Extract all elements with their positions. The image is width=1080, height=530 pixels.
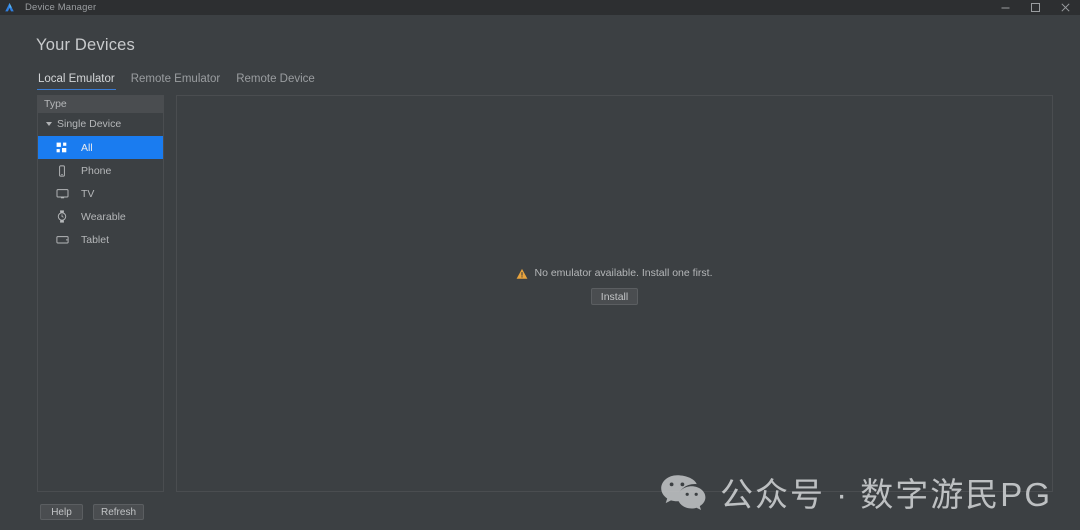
tv-icon: [55, 187, 69, 201]
group-single-device[interactable]: Single Device: [38, 113, 163, 134]
tab-bar: Local Emulator Remote Emulator Remote De…: [37, 73, 316, 90]
window-title: Device Manager: [25, 2, 97, 13]
install-button[interactable]: Install: [590, 288, 639, 305]
empty-state: No emulator available. Install one first…: [177, 267, 1052, 305]
sidebar-item-tablet[interactable]: Tablet: [38, 228, 163, 251]
maximize-icon: [1030, 3, 1040, 12]
empty-state-message-row: No emulator available. Install one first…: [516, 267, 713, 279]
caret-down-icon: [46, 121, 52, 126]
phone-icon: [55, 164, 69, 178]
sidebar-item-all-label: All: [81, 141, 93, 154]
grid-icon: [55, 141, 69, 155]
empty-state-message: No emulator available. Install one first…: [534, 267, 713, 279]
refresh-button[interactable]: Refresh: [93, 504, 145, 520]
help-button[interactable]: Help: [40, 504, 83, 520]
close-icon: [1060, 3, 1070, 12]
tab-local-emulator[interactable]: Local Emulator: [37, 73, 116, 90]
type-column-header-label: Type: [44, 98, 67, 110]
group-single-device-label: Single Device: [57, 117, 122, 130]
tablet-icon: [55, 233, 69, 247]
window-controls: [990, 0, 1080, 15]
sidebar-item-tablet-label: Tablet: [81, 233, 110, 246]
minimize-icon: [1001, 7, 1009, 9]
tab-remote-device[interactable]: Remote Device: [235, 73, 316, 90]
sidebar-item-tv-label: TV: [81, 187, 95, 200]
device-type-list: All Phone TV Wearable Tablet: [38, 136, 163, 251]
close-button[interactable]: [1050, 0, 1080, 15]
type-column-header: Type: [38, 96, 163, 113]
sidebar-item-phone-label: Phone: [81, 164, 112, 177]
android-studio-logo-icon: [3, 1, 16, 14]
device-list-panel: No emulator available. Install one first…: [176, 95, 1053, 492]
warning-triangle-icon: [516, 267, 528, 279]
tab-remote-emulator[interactable]: Remote Emulator: [130, 73, 221, 90]
sidebar-item-phone[interactable]: Phone: [38, 159, 163, 182]
footer-button-bar: Help Refresh: [40, 504, 145, 520]
page-title: Your Devices: [36, 36, 136, 54]
sidebar-item-wearable[interactable]: Wearable: [38, 205, 163, 228]
sidebar-item-tv[interactable]: TV: [38, 182, 163, 205]
watch-icon: [55, 210, 69, 224]
device-type-panel: Type Single Device All Phone TV Wearable…: [37, 95, 164, 492]
sidebar-item-all[interactable]: All: [38, 136, 163, 159]
sidebar-item-wearable-label: Wearable: [81, 210, 126, 223]
minimize-button[interactable]: [990, 0, 1020, 15]
maximize-button[interactable]: [1020, 0, 1050, 15]
title-bar: Device Manager: [0, 0, 1080, 15]
